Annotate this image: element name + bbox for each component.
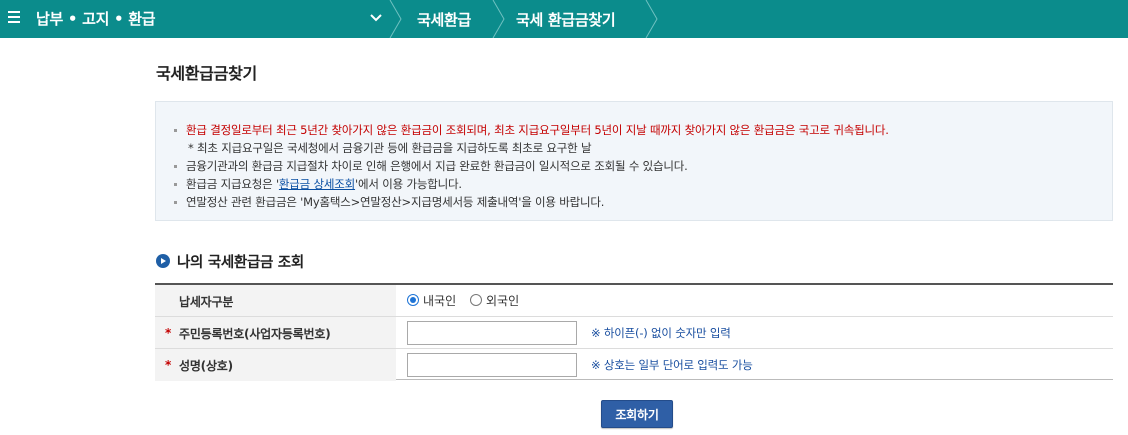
notice-item-text: * 최초 지급요구일은 국세청에서 금융기관 등에 환급금을 지급하도록 최초로… <box>188 141 592 155</box>
page-title: 국세환급금찾기 <box>156 64 257 83</box>
breadcrumb-separator-icon <box>389 0 402 38</box>
form-row-taxpayer-type: 납세자구분 내국인 외국인 <box>155 285 1113 317</box>
radio-foreign[interactable] <box>470 294 482 306</box>
row-body: ※ 하이픈(-) 없이 숫자만 입력 <box>396 317 1113 348</box>
hamburger-menu-icon[interactable] <box>8 11 20 25</box>
row-header: * 주민등록번호(사업자등록번호) <box>155 317 396 348</box>
required-mark: * <box>165 358 172 372</box>
resident-number-input[interactable] <box>407 321 577 345</box>
notice-item-text: 환급 결정일로부터 최근 5년간 찾아가지 않은 환급금이 조회되며, 최초 지… <box>186 123 889 137</box>
bullet-icon <box>174 165 177 168</box>
notice-item: 환급 결정일로부터 최근 5년간 찾아가지 않은 환급금이 조회되며, 최초 지… <box>174 121 889 139</box>
notice-item-text-before: 환급금 지급요청은 ' <box>186 177 279 191</box>
top-nav-bar: 납부 • 고지 • 환급 국세환급 국세 환급금찾기 <box>0 0 1128 38</box>
bullet-icon <box>174 129 177 132</box>
breadcrumb-item-find-refund[interactable]: 국세 환급금찾기 <box>516 9 616 30</box>
breadcrumb-separator-icon <box>645 0 658 38</box>
refund-detail-link[interactable]: 환급금 상세조회 <box>279 177 355 191</box>
notice-item-text-after: '에서 이용 가능합니다. <box>355 177 462 191</box>
resident-number-label: 주민등록번호(사업자등록번호) <box>179 327 331 341</box>
notice-subitem: * 최초 지급요구일은 국세청에서 금융기관 등에 환급금을 지급하도록 최초로… <box>174 139 889 157</box>
notice-item-text: 금융기관과의 환급금 지급절차 차이로 인해 은행에서 지급 완료한 환급금이 … <box>186 159 688 173</box>
bullet-icon <box>174 183 177 186</box>
radio-foreign-label[interactable]: 외국인 <box>486 292 519 309</box>
radio-domestic-label[interactable]: 내국인 <box>423 292 456 309</box>
row-header: 납세자구분 <box>155 285 396 316</box>
notice-box: 환급 결정일로부터 최근 5년간 찾아가지 않은 환급금이 조회되며, 최초 지… <box>155 101 1113 221</box>
name-input[interactable] <box>407 353 577 377</box>
notice-list: 환급 결정일로부터 최근 5년간 찾아가지 않은 환급금이 조회되며, 최초 지… <box>174 121 889 211</box>
section-title: 나의 국세환급금 조회 <box>177 255 304 271</box>
search-button[interactable]: 조회하기 <box>601 400 673 428</box>
name-label: 성명(상호) <box>179 359 233 373</box>
chevron-down-icon[interactable] <box>368 9 384 27</box>
taxpayer-type-label: 납세자구분 <box>179 295 234 309</box>
notice-item: 환급금 지급요청은 '환급금 상세조회'에서 이용 가능합니다. <box>174 175 889 193</box>
refund-search-form: 납세자구분 내국인 외국인 * 주민등록번호(사업자등록번호) ※ 하이픈(-)… <box>155 283 1113 381</box>
notice-item: 금융기관과의 환급금 지급절차 차이로 인해 은행에서 지급 완료한 환급금이 … <box>174 157 889 175</box>
row-body: 내국인 외국인 <box>396 285 1113 316</box>
radio-domestic[interactable] <box>407 294 419 306</box>
form-row-name: * 성명(상호) ※ 상호는 일부 단어로 입력도 가능 <box>155 349 1113 381</box>
name-hint: ※ 상호는 일부 단어로 입력도 가능 <box>591 358 753 372</box>
row-body: ※ 상호는 일부 단어로 입력도 가능 <box>396 349 1113 381</box>
row-header: * 성명(상호) <box>155 349 396 381</box>
section-arrow-icon <box>156 254 170 268</box>
breadcrumb-separator-icon <box>492 0 505 38</box>
notice-item-text: 연말정산 관련 환급금은 'My홈택스>연말정산>지급명세서등 제출내역'을 이… <box>186 195 605 209</box>
form-row-resident-number: * 주민등록번호(사업자등록번호) ※ 하이픈(-) 없이 숫자만 입력 <box>155 317 1113 349</box>
notice-item: 연말정산 관련 환급금은 'My홈택스>연말정산>지급명세서등 제출내역'을 이… <box>174 193 889 211</box>
bullet-icon <box>174 201 177 204</box>
nav-menu-title[interactable]: 납부 • 고지 • 환급 <box>36 8 156 29</box>
required-mark: * <box>165 326 172 340</box>
resident-number-hint: ※ 하이픈(-) 없이 숫자만 입력 <box>591 326 731 340</box>
breadcrumb-item-refund[interactable]: 국세환급 <box>417 9 471 30</box>
